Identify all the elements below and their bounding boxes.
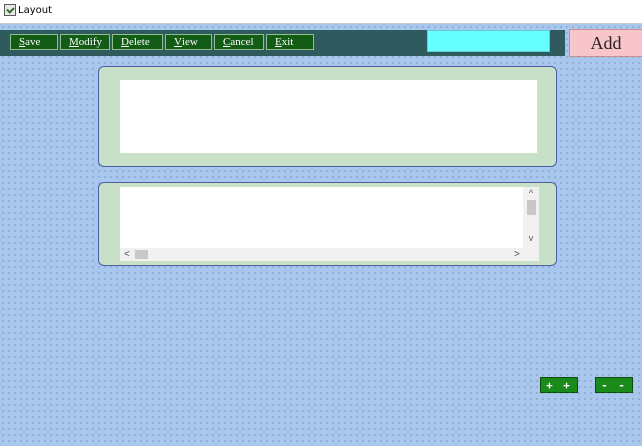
horizontal-scroll-thumb[interactable] [135, 250, 148, 259]
scroll-right-icon[interactable]: > [514, 248, 520, 261]
add-row-button[interactable]: + + [540, 377, 578, 393]
top-panel [98, 66, 557, 167]
cancel-button[interactable]: Cancel [214, 34, 264, 50]
vertical-scrollbar[interactable]: ^ v [523, 187, 539, 248]
remove-row-button[interactable]: - - [595, 377, 633, 393]
title-bar: Layout [0, 0, 642, 24]
horizontal-scrollbar[interactable]: < > [120, 248, 523, 261]
view-button[interactable]: View [165, 34, 212, 50]
modify-button[interactable]: Modify [60, 34, 110, 50]
save-button[interactable]: Save [10, 34, 58, 50]
save-label-rest: ave [25, 36, 41, 48]
delete-label-rest: elete [128, 36, 150, 48]
cancel-accel: C [223, 36, 231, 48]
list-panel: ^ v < > [98, 182, 557, 266]
form-icon [4, 4, 16, 16]
exit-button[interactable]: Exit [266, 34, 314, 50]
cyan-input-field[interactable] [427, 30, 550, 52]
view-label-rest: iew [181, 36, 198, 48]
modify-label-rest: odify [78, 36, 103, 48]
exit-accel: E [275, 36, 282, 48]
scrollbar-corner [523, 248, 539, 261]
view-accel: V [174, 36, 182, 48]
exit-label-rest: xit [281, 36, 294, 48]
add-button[interactable]: Add [569, 29, 642, 57]
window-title: Layout [18, 5, 52, 16]
scroll-up-icon[interactable]: ^ [523, 188, 539, 198]
text-area[interactable] [120, 80, 537, 153]
modify-accel: M [69, 36, 79, 48]
vertical-scroll-thumb[interactable] [527, 200, 536, 215]
delete-accel: D [121, 36, 129, 48]
scroll-left-icon[interactable]: < [124, 248, 130, 261]
toolbar-buttons: Save Modify Delete View Cancel Exit [10, 34, 314, 50]
cancel-label-rest: ancel [230, 36, 254, 48]
scroll-down-icon[interactable]: v [523, 233, 539, 243]
list-box[interactable]: ^ v < > [120, 187, 539, 261]
delete-button[interactable]: Delete [112, 34, 163, 50]
